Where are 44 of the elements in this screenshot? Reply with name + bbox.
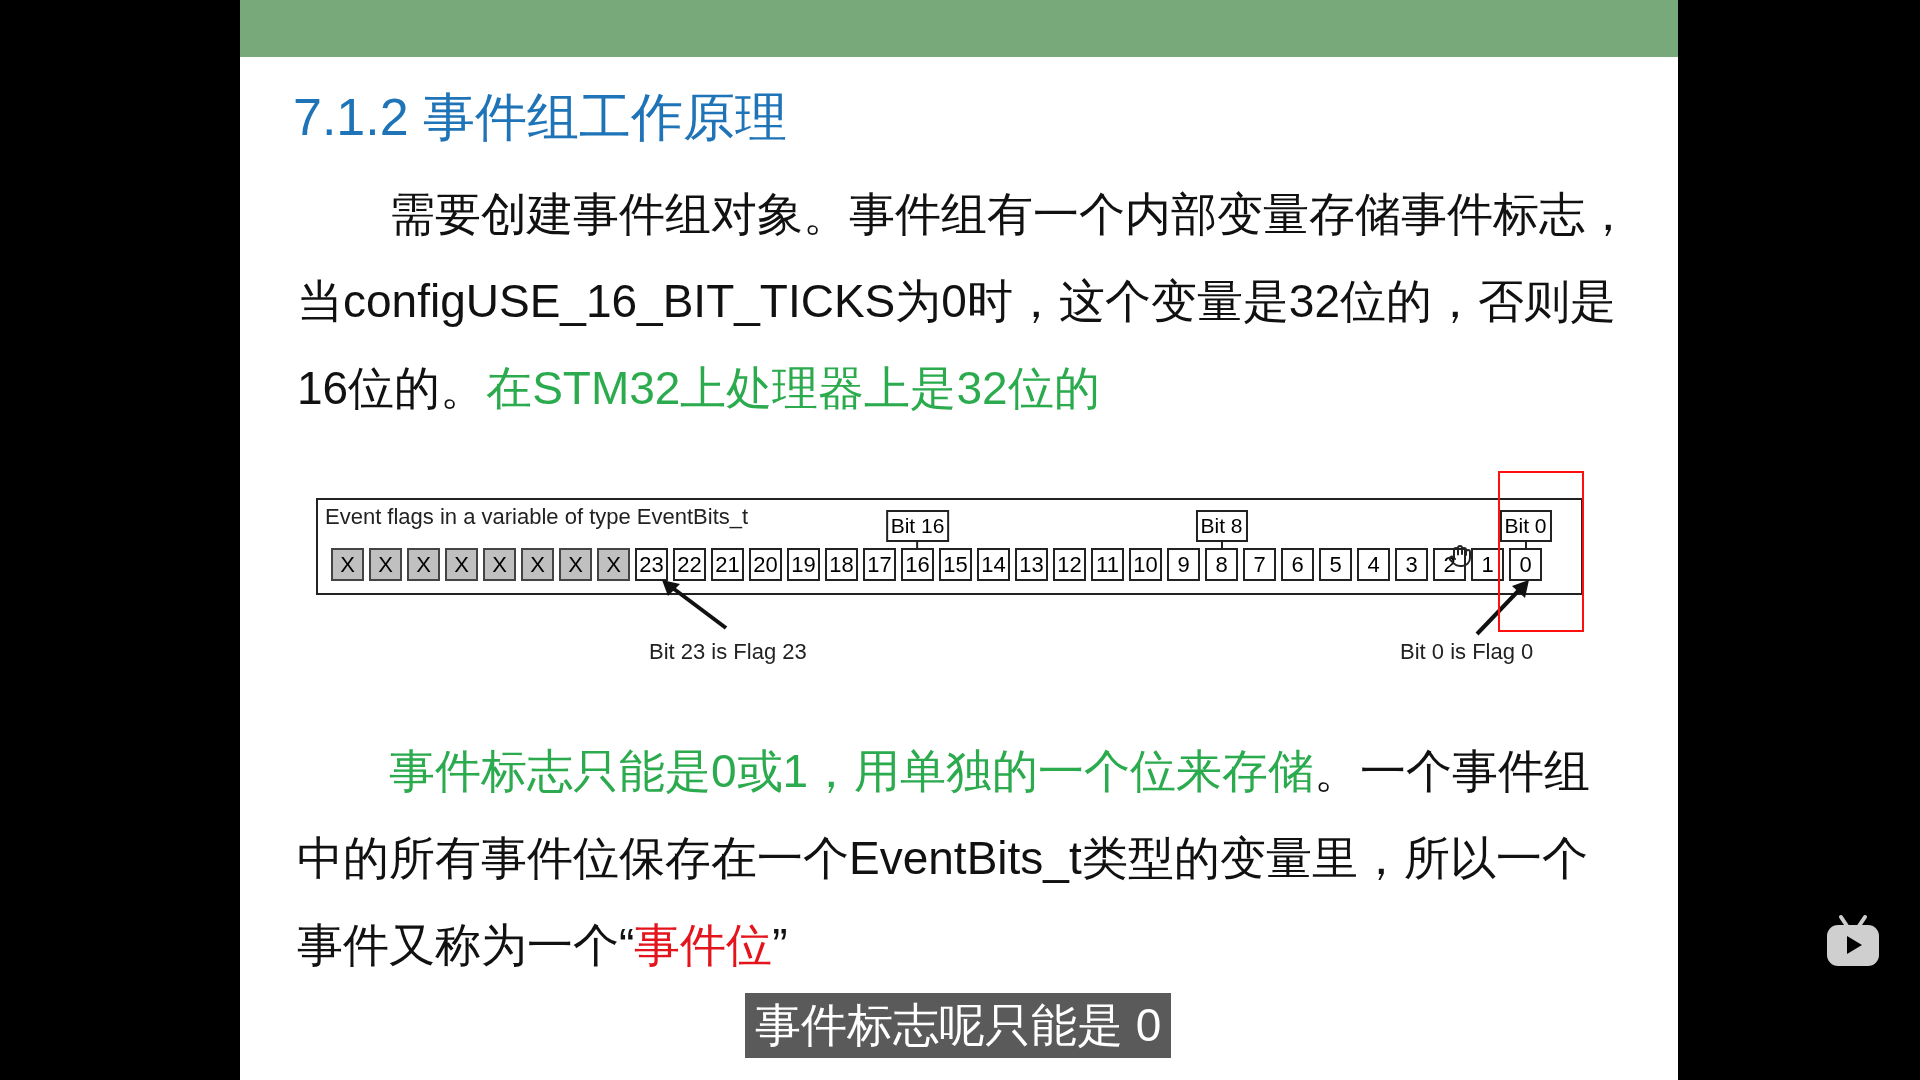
bit-cell: 14 (977, 548, 1010, 581)
bit-cell: 21 (711, 548, 744, 581)
bit-marker: Bit 0 (1499, 510, 1552, 542)
bit-cell: 3 (1395, 548, 1428, 581)
bit-cell: 1 (1471, 548, 1504, 581)
bit-cell: 22 (673, 548, 706, 581)
bit-cell: X (597, 548, 630, 581)
tv-play-icon (1826, 914, 1880, 968)
bit-cell: 8 (1205, 548, 1238, 581)
bit-cell: 17 (863, 548, 896, 581)
bit-cell: X (483, 548, 516, 581)
bit-cell: 9 (1167, 548, 1200, 581)
bit-cell: 12 (1053, 548, 1086, 581)
callout-label: Bit 0 is Flag 0 (1400, 638, 1534, 666)
bit-cell: 5 (1319, 548, 1352, 581)
arrow (1474, 578, 1532, 636)
bit-cell: 10 (1129, 548, 1162, 581)
bit-marker: Bit 8 (1195, 510, 1248, 542)
bit-cell: 16 (901, 548, 934, 581)
bit-cell: X (559, 548, 592, 581)
bit-cell: 20 (749, 548, 782, 581)
bit-cell: 7 (1243, 548, 1276, 581)
bit-cell: 11 (1091, 548, 1124, 581)
bit-cell: 15 (939, 548, 972, 581)
bit-cell: X (369, 548, 402, 581)
paragraph: 需要创建事件组对象。事件组有一个内部变量存储事件标志，当configUSE_16_BIT_TICKS为0时，这个变量是32位的，否则是16位的。在STM32上处理器上是32位的 (297, 187, 1632, 416)
diagram-caption: Event flags in a variable of type EventBits_t (325, 503, 749, 531)
bit-cell: X (445, 548, 478, 581)
bit-marker: Bit 16 (885, 510, 950, 542)
callout-label: Bit 23 is Flag 23 (649, 638, 807, 666)
bit-cell: 19 (787, 548, 820, 581)
arrow (660, 578, 730, 630)
bit-cell: X (521, 548, 554, 581)
paragraph: 事件标志只能是0或1，用单独的一个位来存储。一个事件组中的所有事件位保存在一个EventBits_t类型的变量里，所以一个事件又称为一个“事件位” (297, 744, 1592, 973)
bit-cell: X (331, 548, 364, 581)
bit-cell: 6 (1281, 548, 1314, 581)
bit-cell: 13 (1015, 548, 1048, 581)
bit-cell: 0 (1509, 548, 1542, 581)
bit-cell: 23 (635, 548, 668, 581)
slide-title: 7.1.2 事件组工作原理 (293, 87, 789, 148)
video-subtitle: 事件标志呢只能是 0 (745, 993, 1172, 1058)
bit-cell: X (407, 548, 440, 581)
bit-cell: 4 (1357, 548, 1390, 581)
bit-cell: 18 (825, 548, 858, 581)
